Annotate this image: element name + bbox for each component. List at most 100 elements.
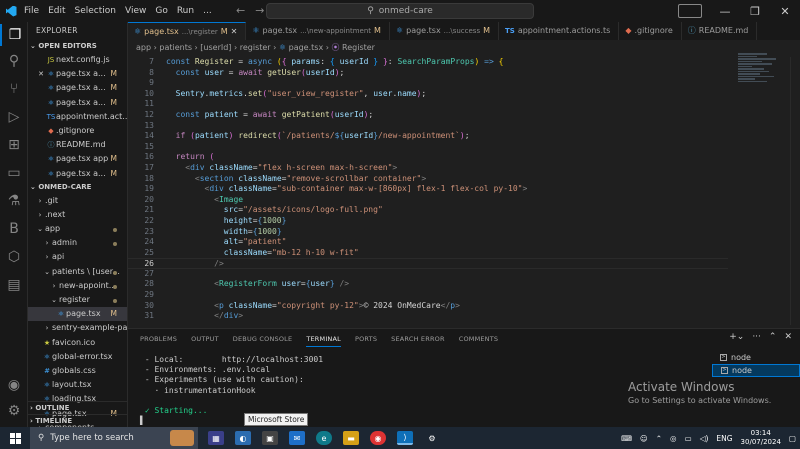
minimize-button[interactable]: — <box>710 5 740 18</box>
account-icon[interactable]: ◉ <box>0 374 28 396</box>
open-editor-item[interactable]: ◆ .gitignore <box>28 124 127 138</box>
edge-browser-icon[interactable]: e <box>316 431 332 445</box>
menu-more[interactable]: ... <box>203 6 212 16</box>
open-editor-item[interactable]: ⚛ page.tsx a... M <box>28 81 127 95</box>
open-editors-header[interactable]: ⌄ OPEN EDITORS <box>28 40 127 53</box>
extensions-icon[interactable]: ⊞ <box>0 134 28 156</box>
code-editor[interactable]: 7 const Register = async ({ params: { use… <box>128 57 728 327</box>
tray-lang[interactable]: ENG <box>716 434 732 443</box>
chrome-browser-icon[interactable]: ◉ <box>370 431 386 445</box>
menu-file[interactable]: File <box>24 6 39 16</box>
panel-tab-ports[interactable]: PORTS <box>355 335 377 347</box>
breadcrumb-file[interactable]: page.tsx <box>289 43 324 52</box>
settings-gear-icon[interactable]: ⚙ <box>0 400 28 422</box>
editor-tab[interactable]: ⚛ page.tsx ...\register M ✕ <box>128 22 247 41</box>
search-view-icon[interactable]: ⚲ <box>0 50 28 72</box>
command-center-search[interactable]: ⚲ onmed-care <box>266 3 534 19</box>
open-editor-item[interactable]: JS next.config.js <box>28 53 127 67</box>
layout-toggle-icon[interactable] <box>678 4 702 18</box>
open-editor-item[interactable]: ⚛ page.tsx a... M <box>28 167 127 181</box>
tree-file[interactable]: ★ favicon.ico <box>28 336 127 350</box>
panel-tab-terminal[interactable]: TERMINAL <box>306 335 341 347</box>
tree-folder[interactable]: ⌄ patients \ [user... <box>28 265 127 279</box>
panel-tab-output[interactable]: OUTPUT <box>191 335 219 347</box>
docker-icon[interactable]: ⬡ <box>0 246 28 268</box>
terminal-instance[interactable]: > node <box>712 351 800 364</box>
minimap[interactable] <box>738 52 786 92</box>
tree-file[interactable]: ⚛ page.tsx M <box>28 307 127 322</box>
breadcrumb-register[interactable]: register <box>240 43 271 52</box>
open-editor-item[interactable]: ⓘ README.md <box>28 138 127 152</box>
explorer-icon[interactable]: ❐ <box>0 24 28 46</box>
new-terminal-icon[interactable]: +⌄ <box>729 332 744 342</box>
panel-tab-problems[interactable]: PROBLEMS <box>140 335 177 347</box>
store-app-icon[interactable]: ▣ <box>262 431 278 445</box>
close-editor-icon[interactable]: ✕ <box>36 67 46 81</box>
tree-folder[interactable]: › .next <box>28 208 127 222</box>
tab-close-icon[interactable]: ✕ <box>231 23 238 41</box>
panel-tab-comments[interactable]: COMMENTS <box>459 335 499 347</box>
source-control-icon[interactable]: ⑂ <box>0 78 28 100</box>
menu-edit[interactable]: Edit <box>48 6 65 16</box>
maximize-panel-icon[interactable]: ⌃ <box>769 332 777 342</box>
open-editor-item[interactable]: TSappointment.act... <box>28 110 127 124</box>
mail-app-icon[interactable]: ✉ <box>289 431 305 445</box>
bookmark-icon[interactable]: B <box>0 218 28 240</box>
open-editor-item[interactable]: ⚛ page.tsx a... M <box>28 96 127 110</box>
tray-clock[interactable]: 03:14 30/07/2024 <box>741 429 781 447</box>
settings-app-icon[interactable]: ⚙ <box>424 431 440 445</box>
people-icon[interactable]: ☺ <box>640 434 648 443</box>
remote-explorer-icon[interactable]: ▭ <box>0 162 28 184</box>
tree-folder[interactable]: › admin <box>28 236 127 250</box>
close-window-button[interactable]: ✕ <box>770 5 800 18</box>
panel-tab-debug-console[interactable]: DEBUG CONSOLE <box>233 335 293 347</box>
folder-icon[interactable]: ▤ <box>0 274 28 296</box>
breadcrumb-userid[interactable]: [userId] <box>200 43 231 52</box>
run-debug-icon[interactable]: ▷ <box>0 106 28 128</box>
tree-folder[interactable]: ›sentry-example-page <box>28 321 127 335</box>
photos-app-icon[interactable]: ◐ <box>235 431 251 445</box>
vscode-taskbar-icon[interactable]: ⟩ <box>397 431 413 445</box>
tree-file[interactable]: ⚛ layout.tsx <box>28 378 127 392</box>
taskbar-search[interactable]: ⚲ Type here to search <box>30 427 198 449</box>
volume-icon[interactable]: ◁) <box>700 434 709 443</box>
project-header[interactable]: ⌄ ONMED-CARE <box>28 181 127 194</box>
start-button[interactable] <box>0 427 30 449</box>
network-icon[interactable]: ◎ <box>670 434 677 443</box>
battery-icon[interactable]: ▭ <box>685 434 692 443</box>
tree-folder[interactable]: › new-appoint... <box>28 279 127 293</box>
editor-tab[interactable]: ⓘ README.md <box>682 22 758 40</box>
file-explorer-icon[interactable]: ▬ <box>343 431 359 445</box>
breadcrumb-symbol[interactable]: Register <box>342 43 375 52</box>
tree-folder[interactable]: ⌄ register <box>28 293 127 307</box>
breadcrumb-patients[interactable]: patients <box>159 43 192 52</box>
tree-file[interactable]: ⚛ global-error.tsx <box>28 350 127 364</box>
tree-folder[interactable]: › api <box>28 250 127 264</box>
keyboard-icon[interactable]: ⌨ <box>621 434 632 443</box>
editor-tab[interactable]: TS appointment.actions.ts <box>499 22 620 40</box>
breadcrumb-app[interactable]: app <box>136 43 151 52</box>
open-editor-item[interactable]: ⚛ page.tsx app M <box>28 152 127 166</box>
tray-chevron-icon[interactable]: ⌃ <box>656 434 662 443</box>
outline-header[interactable]: › OUTLINE <box>28 401 127 414</box>
task-view-icon[interactable]: ▦ <box>208 431 224 445</box>
terminal-instance[interactable]: > node <box>712 364 800 377</box>
tree-file[interactable]: # globals.css <box>28 364 127 378</box>
menu-view[interactable]: View <box>125 6 146 16</box>
editor-scrollbar[interactable] <box>790 57 800 325</box>
menu-go[interactable]: Go <box>155 6 167 16</box>
menu-run[interactable]: Run <box>177 6 194 16</box>
notification-icon[interactable]: ▢ <box>789 434 796 443</box>
open-editor-item[interactable]: ✕ ⚛ page.tsx a... M <box>28 67 127 81</box>
more-actions-icon[interactable]: ··· <box>752 332 761 342</box>
close-panel-icon[interactable]: ✕ <box>784 332 792 342</box>
timeline-header[interactable]: › TIMELINE <box>28 414 127 427</box>
editor-tab[interactable]: ◆ .gitignore <box>619 22 682 40</box>
editor-tab[interactable]: ⚛ page.tsx ...\success M <box>390 22 499 40</box>
back-arrow-icon[interactable]: ← <box>236 4 245 17</box>
panel-tab-search-error[interactable]: SEARCH ERROR <box>391 335 445 347</box>
tree-folder[interactable]: › .git <box>28 194 127 208</box>
tree-folder[interactable]: ⌄ app <box>28 222 127 236</box>
menu-selection[interactable]: Selection <box>75 6 116 16</box>
testing-icon[interactable]: ⚗ <box>0 190 28 212</box>
